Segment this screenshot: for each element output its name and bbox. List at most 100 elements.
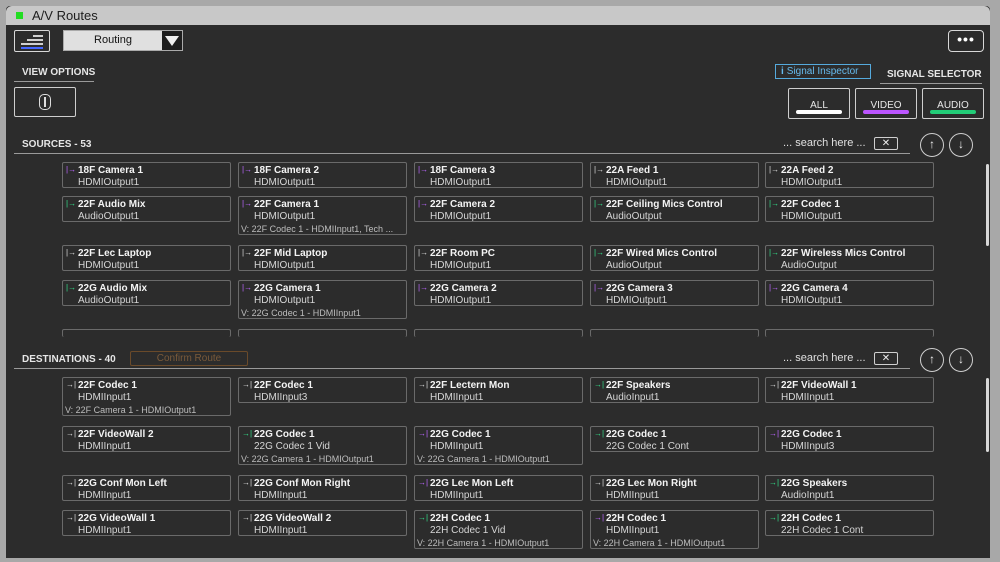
card-name: 22H Codec 1	[781, 513, 842, 524]
destinations-card[interactable]: →| 22G VideoWall 1 HDMIInput1	[62, 510, 231, 536]
input-arrow-icon: |→	[242, 283, 253, 292]
input-arrow-icon: |→	[594, 165, 605, 174]
destinations-scrollbar[interactable]	[986, 378, 989, 452]
destinations-card[interactable]: →| 22G Codec 1 22G Codec 1 Vid V: 22G Camer…	[238, 426, 407, 465]
destinations-card[interactable]: →| 22H Codec 1 HDMIInput1 V: 22H Camera 1 -…	[590, 510, 759, 549]
sources-card[interactable]: |→ 22F Wired Mics Control AudioOutput	[590, 245, 759, 271]
destinations-card[interactable]: →| 22F Codec 1 HDMIInput1 V: 22F Camera 1 -…	[62, 377, 231, 416]
destinations-card[interactable]: →| 22F Codec 1 HDMIInput3	[238, 377, 407, 403]
card-port: HDMIOutput1	[78, 260, 140, 271]
destinations-card[interactable]: →| 22G Conf Mon Left HDMIInput1	[62, 475, 231, 501]
input-arrow-icon: |→	[769, 165, 780, 174]
card-port: 22G Codec 1 Cont	[606, 441, 689, 452]
partial-card[interactable]	[765, 329, 934, 337]
destinations-card[interactable]: →| 22G Codec 1 HDMIInput1 V: 22G Camera 1 -…	[414, 426, 583, 465]
sources-search-input[interactable]: ... search here ...	[783, 137, 866, 149]
destinations-search-input[interactable]: ... search here ...	[783, 352, 866, 364]
destinations-card[interactable]: →| 22F VideoWall 2 HDMIInput1	[62, 426, 231, 452]
output-arrow-icon: →|	[242, 429, 253, 438]
destinations-card[interactable]: →| 22G Codec 1 HDMIInput3	[765, 426, 934, 452]
partial-card[interactable]	[414, 329, 583, 337]
sources-scrollbar[interactable]	[986, 164, 989, 246]
destinations-card[interactable]: →| 22G Codec 1 22G Codec 1 Cont	[590, 426, 759, 452]
sources-card[interactable]: |→ 22F Room PC HDMIOutput1	[414, 245, 583, 271]
sources-card[interactable]: |→ 22F Audio Mix AudioOutput1	[62, 196, 231, 222]
card-route: V: 22F Camera 1 - HDMIOutput1	[65, 405, 197, 415]
sources-card[interactable]: |→ 18F Camera 2 HDMIOutput1	[238, 162, 407, 188]
card-port: HDMIInput1	[606, 525, 660, 536]
partial-card[interactable]	[62, 329, 231, 337]
card-port: AudioOutput	[606, 211, 662, 222]
sources-card[interactable]: |→ 22F Mid Laptop HDMIOutput1	[238, 245, 407, 271]
card-route: V: 22H Camera 1 - HDMIOutput1	[417, 538, 550, 548]
sources-card[interactable]: |→ 22F Codec 1 HDMIOutput1	[765, 196, 934, 222]
card-name: 22G Lec Mon Left	[430, 478, 514, 489]
output-arrow-icon: →|	[418, 513, 429, 522]
card-port: AudioOutput	[606, 260, 662, 271]
card-name: 22F Camera 1	[254, 199, 320, 210]
sources-card[interactable]: |→ 22G Camera 2 HDMIOutput1	[414, 280, 583, 306]
card-name: 22H Codec 1	[606, 513, 667, 524]
sources-scroll-down-button[interactable]: ↓	[949, 133, 973, 157]
destinations-card[interactable]: →| 22G VideoWall 2 HDMIInput1	[238, 510, 407, 536]
sources-card[interactable]: |→ 22F Lec Laptop HDMIOutput1	[62, 245, 231, 271]
destinations-card[interactable]: →| 22G Lec Mon Right HDMIInput1	[590, 475, 759, 501]
sources-card[interactable]: |→ 22G Camera 1 HDMIOutput1 V: 22G Codec 1 …	[238, 280, 407, 319]
sources-divider	[14, 153, 910, 154]
card-port: AudioInput1	[781, 490, 835, 501]
sources-card[interactable]: |→ 22G Camera 3 HDMIOutput1	[590, 280, 759, 306]
view-option-plug-button[interactable]	[14, 87, 76, 117]
destinations-card[interactable]: →| 22F VideoWall 1 HDMIInput1	[765, 377, 934, 403]
output-arrow-icon: →|	[66, 478, 77, 487]
confirm-route-button[interactable]: Confirm Route	[130, 351, 248, 366]
sources-card[interactable]: |→ 22F Camera 2 HDMIOutput1	[414, 196, 583, 222]
partial-card[interactable]	[238, 329, 407, 337]
av-routes-window: A/V Routes Routing ••• VIEW OPTIONS i Sig…	[6, 6, 990, 558]
sources-card[interactable]: |→ 22A Feed 2 HDMIOutput1	[765, 162, 934, 188]
signal-audio-button[interactable]: AUDIO	[922, 88, 984, 119]
output-arrow-icon: →|	[66, 513, 77, 522]
destinations-card[interactable]: →| 22H Codec 1 22H Codec 1 Cont	[765, 510, 934, 536]
sources-clear-search-button[interactable]: ✕	[874, 137, 898, 150]
destinations-card[interactable]: →| 22G Speakers AudioInput1	[765, 475, 934, 501]
sources-card[interactable]: |→ 22G Camera 4 HDMIOutput1	[765, 280, 934, 306]
destinations-card[interactable]: →| 22H Codec 1 22H Codec 1 Vid V: 22H Camer…	[414, 510, 583, 549]
input-arrow-icon: |→	[594, 248, 605, 257]
destinations-clear-search-button[interactable]: ✕	[874, 352, 898, 365]
sources-card[interactable]: |→ 22A Feed 1 HDMIOutput1	[590, 162, 759, 188]
card-port: HDMIInput1	[78, 441, 132, 452]
sources-card[interactable]: |→ 22G Audio Mix AudioOutput1	[62, 280, 231, 306]
destinations-scroll-up-button[interactable]: ↑	[920, 348, 944, 372]
destinations-card[interactable]: →| 22G Lec Mon Left HDMIInput1	[414, 475, 583, 501]
sources-card[interactable]: |→ 22F Camera 1 HDMIOutput1 V: 22F Codec 1 …	[238, 196, 407, 235]
card-port: HDMIOutput1	[781, 211, 843, 222]
sources-card[interactable]: |→ 18F Camera 1 HDMIOutput1	[62, 162, 231, 188]
layers-menu-button[interactable]	[14, 30, 50, 52]
card-name: 22G Camera 1	[254, 283, 321, 294]
card-port: HDMIOutput1	[430, 177, 492, 188]
sources-card[interactable]: |→ 18F Camera 3 HDMIOutput1	[414, 162, 583, 188]
partial-card[interactable]	[590, 329, 759, 337]
signal-audio-bar	[930, 110, 976, 114]
input-arrow-icon: |→	[418, 248, 429, 257]
signal-inspector-button[interactable]: i Signal Inspector	[775, 64, 871, 79]
destinations-card[interactable]: →| 22F Speakers AudioInput1	[590, 377, 759, 403]
more-options-button[interactable]: •••	[948, 30, 984, 52]
sources-scroll-up-button[interactable]: ↑	[920, 133, 944, 157]
card-port: HDMIInput1	[254, 490, 308, 501]
card-port: HDMIOutput1	[254, 177, 316, 188]
card-port: HDMIInput1	[430, 441, 484, 452]
signal-inspector-label: Signal Inspector	[786, 66, 859, 77]
destinations-card[interactable]: →| 22F Lectern Mon HDMIInput1	[414, 377, 583, 403]
sources-card[interactable]: |→ 22F Ceiling Mics Control AudioOutput	[590, 196, 759, 222]
output-arrow-icon: →|	[594, 478, 605, 487]
input-arrow-icon: |→	[66, 283, 77, 292]
mode-dropdown[interactable]: Routing	[63, 30, 183, 51]
sources-card[interactable]: |→ 22F Wireless Mics Control AudioOutput	[765, 245, 934, 271]
signal-all-button[interactable]: ALL	[788, 88, 850, 119]
output-arrow-icon: →|	[769, 429, 780, 438]
destinations-scroll-down-button[interactable]: ↓	[949, 348, 973, 372]
signal-video-button[interactable]: VIDEO	[855, 88, 917, 119]
card-name: 22G Lec Mon Right	[606, 478, 697, 489]
destinations-card[interactable]: →| 22G Conf Mon Right HDMIInput1	[238, 475, 407, 501]
